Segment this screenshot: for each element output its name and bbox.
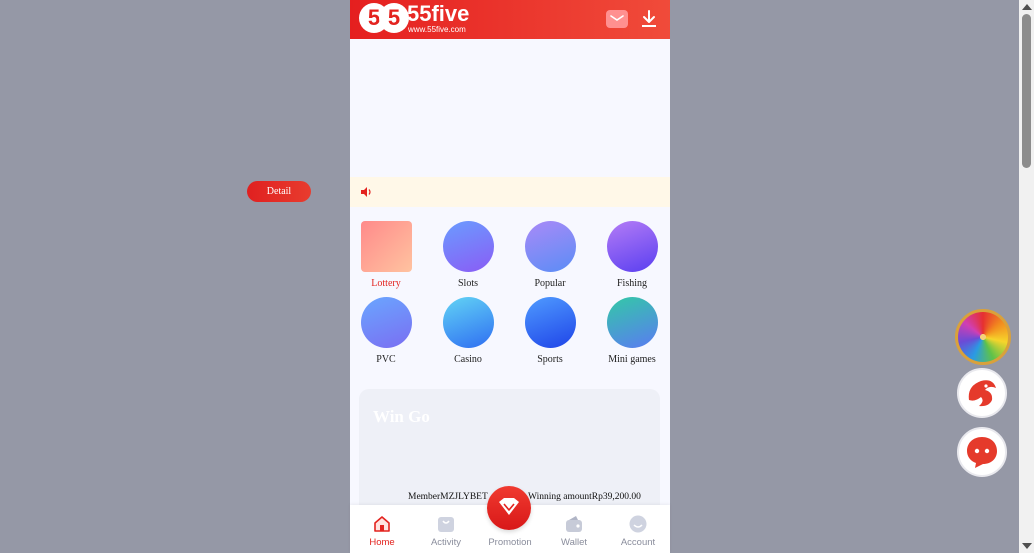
support-chat-button[interactable] [957,427,1007,477]
winner-member: MemberMZJLYBET [408,492,488,502]
tab-label: Activity [430,537,462,548]
game-label: Casino [454,354,482,365]
fishing-icon [607,221,658,272]
game-lottery[interactable]: Lottery [355,221,415,293]
app-header: 5 5 55five www.55five.com [350,0,670,39]
slots-icon [443,221,494,272]
logo-badge: 5 5 [359,3,409,35]
logo-digit-2: 5 [379,3,409,33]
winner-amount: Winning amountRp39,200.00 [528,492,641,502]
game-label: Sports [537,354,563,365]
game-pvc[interactable]: PVC [355,297,415,369]
lucky-wheel-button[interactable] [955,309,1011,365]
game-label: Fishing [616,278,647,289]
game-casino[interactable]: Casino [437,297,497,369]
notice-bar [350,177,670,207]
wallet-icon [566,516,582,532]
tab-activity[interactable]: Activity [414,505,478,553]
game-slots[interactable]: Slots [437,221,497,293]
winner-ticker: MemberMZJLYBET Winning amountRp39,200.00 [408,492,668,504]
mail-button[interactable] [606,10,628,28]
activity-icon [438,517,454,532]
scroll-down-arrow[interactable] [1022,543,1032,549]
brand-name: 55five [407,1,470,26]
lottery-icon [361,221,412,272]
tab-wallet[interactable]: Wallet [542,505,606,553]
download-button[interactable] [639,8,659,30]
pvc-icon [361,297,412,348]
tab-account[interactable]: Account [606,505,670,553]
page-scrollbar[interactable] [1019,0,1034,553]
game-label: PVC [376,354,396,365]
game-fishing[interactable]: Fishing [601,221,661,293]
download-icon [642,10,656,27]
game-popular[interactable]: Popular [519,221,579,293]
scrollbar-thumb[interactable] [1022,14,1031,168]
casino-icon [443,297,494,348]
tab-label: Home [369,537,395,548]
support-chat-icon [967,437,997,468]
home-icon [374,516,390,532]
brand-url: www.55five.com [408,25,466,34]
diamond-icon [499,498,519,515]
game-label: Mini games [608,354,656,365]
detail-button[interactable]: Detail [247,181,311,202]
scroll-up-arrow[interactable] [1022,4,1032,10]
popular-icon [525,221,576,272]
tab-label: Promotion [488,537,532,548]
game-label: Lottery [371,278,401,289]
game-sports[interactable]: Sports [519,297,579,369]
dragon-icon [968,380,996,407]
mini-games-icon [607,297,658,348]
banner-area[interactable] [350,39,670,177]
dragon-button[interactable] [957,368,1007,418]
wingo-title: Win Go [373,407,430,426]
account-icon [629,515,647,533]
tab-label: Account [620,537,656,548]
mail-icon [610,15,624,21]
tab-home[interactable]: Home [350,505,414,553]
promotion-button[interactable] [487,486,531,530]
sports-icon [525,297,576,348]
game-label: Slots [457,278,478,289]
game-mini-games[interactable]: Mini games [601,297,661,369]
tab-label: Wallet [560,537,588,548]
game-label: Popular [534,278,566,289]
speaker-icon [361,187,371,197]
